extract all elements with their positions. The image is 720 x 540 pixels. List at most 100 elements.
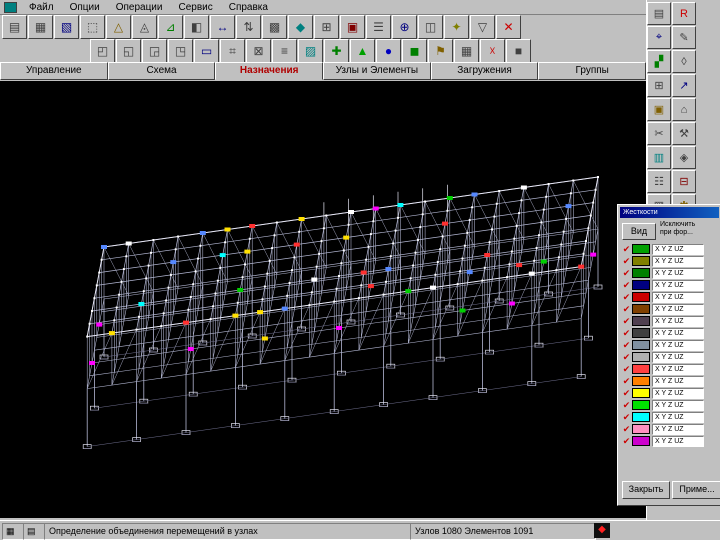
toolbar1-button-1[interactable]: ▤ [2,15,27,39]
check-icon[interactable]: ✔ [621,352,632,363]
menu-item-5[interactable]: Справка [221,1,276,14]
toolbar2-button-12[interactable]: ● [376,39,401,63]
right-tool-button-8[interactable]: ↗ [672,74,696,97]
toolbar1-button-18[interactable]: ✦ [444,15,469,39]
tab-5[interactable]: Загружения [430,62,539,80]
menu-item-1[interactable]: Файл [21,1,62,14]
right-tool-button-1[interactable]: ▤ [647,2,671,25]
right-tool-button-5[interactable]: ▞ [647,50,671,73]
right-tool-button-9[interactable]: ▣ [647,98,671,121]
toolbar1-button-19[interactable]: ▽ [470,15,495,39]
right-tool-button-11[interactable]: ✂ [647,122,671,145]
toolbar2-button-7[interactable]: ⊠ [246,39,271,63]
toolbar2-button-6[interactable]: ⌗ [220,39,245,63]
rigidity-row[interactable]: ✔ X Y Z UZ [621,423,719,435]
check-icon[interactable]: ✔ [621,412,632,423]
rigidity-row[interactable]: ✔ X Y Z UZ [621,279,719,291]
check-icon[interactable]: ✔ [621,292,632,303]
toolbar1-button-16[interactable]: ⊕ [392,15,417,39]
toolbar2-button-11[interactable]: ▲ [350,39,375,63]
right-tool-button-2[interactable]: R [672,2,696,25]
check-icon[interactable]: ✔ [621,436,632,447]
check-icon[interactable]: ✔ [621,328,632,339]
toolbar1-button-15[interactable]: ☰ [366,15,391,39]
toolbar1-button-3[interactable]: ▧ [54,15,79,39]
toolbar1-button-5[interactable]: △ [106,15,131,39]
tab-2[interactable]: Схема [107,62,216,80]
rigidity-row[interactable]: ✔ X Y Z UZ [621,351,719,363]
rigidity-row[interactable]: ✔ X Y Z UZ [621,255,719,267]
tab-1[interactable]: Управление [0,62,108,80]
check-icon[interactable]: ✔ [621,400,632,411]
toolbar1-button-14[interactable]: ▣ [340,15,365,39]
dialog-view-button[interactable]: Вид [622,223,656,240]
check-icon[interactable]: ✔ [621,316,632,327]
toolbar2-button-8[interactable]: ≡ [272,39,297,63]
model-canvas[interactable] [0,81,646,518]
toolbar1-button-6[interactable]: ◬ [132,15,157,39]
check-icon[interactable]: ✔ [621,376,632,387]
right-tool-button-16[interactable]: ⊟ [672,170,696,193]
rigidity-row[interactable]: ✔ X Y Z UZ [621,291,719,303]
rigidity-row[interactable]: ✔ X Y Z UZ [621,411,719,423]
rigidity-row[interactable]: ✔ X Y Z UZ [621,243,719,255]
rigidity-row[interactable]: ✔ X Y Z UZ [621,387,719,399]
check-icon[interactable]: ✔ [621,268,632,279]
rigidity-row[interactable]: ✔ X Y Z UZ [621,363,719,375]
status-icon-1[interactable]: ▦ [2,523,25,540]
check-icon[interactable]: ✔ [621,304,632,315]
toolbar1-button-20[interactable]: ✕ [496,15,521,39]
toolbar2-button-5[interactable]: ▭ [194,39,219,63]
toolbar1-button-9[interactable]: ↔ [210,15,235,39]
check-icon[interactable]: ✔ [621,340,632,351]
tab-3[interactable]: Назначения [215,62,324,80]
rigidity-row[interactable]: ✔ X Y Z UZ [621,267,719,279]
right-tool-button-7[interactable]: ⊞ [647,74,671,97]
dialog-apply-button[interactable]: Приме... [672,481,720,499]
toolbar2-button-2[interactable]: ◱ [116,39,141,63]
rigidity-row[interactable]: ✔ X Y Z UZ [621,303,719,315]
toolbar1-button-13[interactable]: ⊞ [314,15,339,39]
toolbar1-button-8[interactable]: ◧ [184,15,209,39]
toolbar2-button-10[interactable]: ✚ [324,39,349,63]
toolbar2-button-15[interactable]: ▦ [454,39,479,63]
check-icon[interactable]: ✔ [621,244,632,255]
check-icon[interactable]: ✔ [621,424,632,435]
toolbar2-button-17[interactable]: ■ [506,39,531,63]
menu-item-3[interactable]: Операции [108,1,171,14]
right-tool-button-13[interactable]: ▥ [647,146,671,169]
check-icon[interactable]: ✔ [621,256,632,267]
toolbar1-button-10[interactable]: ⇅ [236,15,261,39]
menu-item-2[interactable]: Опции [62,1,108,14]
check-icon[interactable]: ✔ [621,388,632,399]
tab-6[interactable]: Группы [538,62,647,80]
right-tool-button-15[interactable]: ☷ [647,170,671,193]
rigidity-row[interactable]: ✔ X Y Z UZ [621,399,719,411]
toolbar2-button-3[interactable]: ◲ [142,39,167,63]
right-tool-button-14[interactable]: ◈ [672,146,696,169]
toolbar2-button-16[interactable]: ☓ [480,39,505,63]
check-icon[interactable]: ✔ [621,280,632,291]
check-icon[interactable]: ✔ [621,364,632,375]
right-tool-button-10[interactable]: ⌂ [672,98,696,121]
toolbar1-button-12[interactable]: ◆ [288,15,313,39]
dialog-close-button[interactable]: Закрыть [622,481,670,499]
tab-4[interactable]: Узлы и Элементы [323,62,431,80]
rigidity-row[interactable]: ✔ X Y Z UZ [621,375,719,387]
rigidity-row[interactable]: ✔ X Y Z UZ [621,435,719,447]
rigidity-row[interactable]: ✔ X Y Z UZ [621,339,719,351]
toolbar1-button-4[interactable]: ⬚ [80,15,105,39]
toolbar2-button-9[interactable]: ▨ [298,39,323,63]
toolbar1-button-17[interactable]: ◫ [418,15,443,39]
toolbar2-button-14[interactable]: ⚑ [428,39,453,63]
right-tool-button-4[interactable]: ✎ [672,26,696,49]
toolbar1-button-7[interactable]: ⊿ [158,15,183,39]
right-tool-button-6[interactable]: ◊ [672,50,696,73]
dialog-titlebar[interactable]: Жесткости [620,207,719,218]
rigidity-row[interactable]: ✔ X Y Z UZ [621,315,719,327]
status-icon-2[interactable]: ▤ [23,523,46,540]
right-tool-button-3[interactable]: ⌖ [647,26,671,49]
toolbar1-button-11[interactable]: ▩ [262,15,287,39]
toolbar2-button-4[interactable]: ◳ [168,39,193,63]
toolbar2-button-1[interactable]: ◰ [90,39,115,63]
